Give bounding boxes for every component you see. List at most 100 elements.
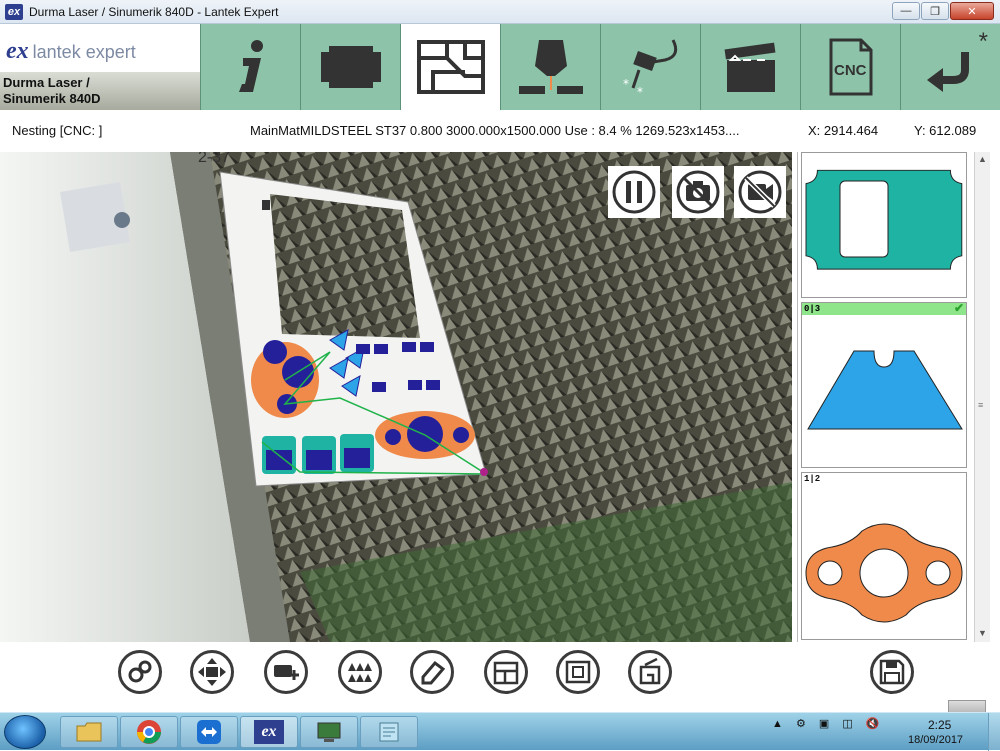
nest-pattern-icon (348, 663, 372, 682)
toolbar-sheet-button[interactable] (300, 24, 400, 110)
camera-view[interactable]: 2-37 (0, 152, 792, 642)
taskbar-file-explorer[interactable] (60, 716, 118, 748)
taskbar-chrome[interactable] (120, 716, 178, 748)
title-bar: ex Durma Laser / Sinumerik 840D - Lantek… (0, 0, 1000, 24)
add-part-button[interactable] (264, 650, 308, 694)
taskbar-lantek-expert[interactable]: ex (240, 716, 298, 748)
camera-overlay-text: 2-37 (198, 152, 230, 166)
minimize-button[interactable]: — (892, 2, 920, 20)
lantek-taskbar-icon: ex (254, 720, 284, 744)
add-part-icon (274, 665, 299, 680)
part-count-label: 1|2 (802, 473, 966, 485)
sheet-icon (320, 46, 381, 88)
save-button[interactable] (870, 650, 914, 694)
camera-off-button[interactable] (734, 166, 786, 218)
status-line: Nesting [CNC: ] MainMatMILDSTEEL ST37 0.… (0, 110, 1000, 150)
window-controls: — ❐ ✕ (892, 2, 994, 20)
parts-scrollbar[interactable]: ▲ ≡ ▼ (974, 152, 990, 642)
display-icon[interactable]: ◫ (842, 718, 852, 730)
tray-expand-icon[interactable]: ▲ (772, 718, 783, 730)
part-card-1[interactable] (801, 152, 967, 298)
show-desktop-button[interactable] (988, 713, 1000, 751)
usb-icon[interactable]: ⚙ (796, 718, 806, 730)
notepad-icon (379, 722, 399, 742)
nest-pattern-button[interactable] (338, 650, 382, 694)
camera-feed: 2-37 (0, 152, 792, 642)
main-toolbar: * * CNC * (200, 24, 1000, 110)
chrome-icon (137, 720, 161, 744)
app-icon: ex (5, 3, 23, 20)
toolbar-simulation-button[interactable] (700, 24, 800, 110)
move-arrows-icon (198, 658, 226, 686)
part-preview-1 (805, 169, 963, 270)
info-icon (238, 40, 263, 92)
parts-list: 0|3 ✔ 1|2 (797, 152, 1000, 642)
remnant-button[interactable] (484, 650, 528, 694)
laser-torch-icon: * * (623, 39, 677, 98)
camera-icon (676, 170, 720, 214)
part-preview-3 (805, 523, 963, 623)
part-preview-2 (807, 350, 963, 430)
machine-name-strip: Durma Laser / Sinumerik 840D (0, 72, 200, 110)
snapshot-button[interactable] (672, 166, 724, 218)
sheet-frame-button[interactable] (556, 650, 600, 694)
scroll-down-icon[interactable]: ▼ (978, 628, 987, 638)
restore-button[interactable]: ❐ (921, 2, 949, 20)
logo-text: lantek expert (32, 42, 136, 62)
y-coordinate: Y: 612.089 (914, 123, 977, 138)
toolbar-laser-cut-button[interactable]: * * (600, 24, 700, 110)
remnant-cut-button[interactable] (628, 650, 672, 694)
erase-button[interactable] (410, 650, 454, 694)
back-badge: * (978, 28, 988, 55)
close-button[interactable]: ✕ (950, 2, 994, 20)
pause-button[interactable] (608, 166, 660, 218)
part-count-label: 0|3 (802, 303, 966, 315)
clock-time[interactable]: 2:25 (928, 718, 951, 732)
network-icon[interactable]: ▣ (819, 718, 829, 730)
brand-panel: ex lantek expert Durma Laser / Sinumerik… (0, 24, 200, 110)
start-button[interactable] (4, 715, 46, 749)
lantek-logo: ex lantek expert (6, 38, 136, 65)
volume-icon[interactable]: 🔇 (866, 718, 880, 730)
taskbar-teamviewer[interactable] (180, 716, 238, 748)
part-card-2[interactable]: 0|3 ✔ (801, 301, 967, 468)
toolbar-cnc-button[interactable]: CNC (800, 24, 900, 110)
machine-name-line2: Sinumerik 840D (3, 91, 101, 106)
save-icon (879, 659, 905, 685)
svg-text:*: * (623, 77, 629, 91)
collapse-tab[interactable] (948, 700, 986, 712)
toolbar-nesting-button[interactable] (400, 24, 500, 110)
logo-mark: ex (6, 38, 29, 64)
clock-date[interactable]: 18/09/2017 (908, 734, 963, 746)
clapperboard-icon (724, 42, 775, 92)
part-card-3[interactable]: 1|2 (801, 472, 967, 640)
x-coordinate: X: 2914.464 (808, 123, 879, 138)
folder-icon (76, 722, 102, 742)
remnant-cut-icon (639, 657, 661, 685)
settings-button[interactable] (118, 650, 162, 694)
material-info: MainMatMILDSTEEL ST37 0.800 3000.000x150… (250, 123, 740, 138)
toolbar-machine-head-button[interactable] (500, 24, 600, 110)
return-arrow-icon (926, 52, 969, 92)
scroll-thumb-icon[interactable]: ≡ (978, 400, 983, 410)
pause-icon (612, 170, 656, 214)
cnc-label: CNC (834, 62, 867, 79)
toolbar-info-button[interactable] (200, 24, 300, 110)
laser-head-icon (518, 40, 583, 94)
svg-text:*: * (637, 85, 643, 98)
windows-taskbar: ex ▲ ⚙ ▣ ◫ 🔇 2:25 18/09/2017 (0, 712, 1000, 751)
remnant-icon (493, 661, 519, 685)
sheet-frame-icon (565, 660, 591, 684)
window-title: Durma Laser / Sinumerik 840D - Lantek Ex… (29, 4, 279, 19)
scroll-up-icon[interactable]: ▲ (978, 154, 987, 164)
part-count-text: 1|2 (804, 474, 821, 484)
taskbar-notepad[interactable] (360, 716, 418, 748)
eraser-icon (421, 660, 446, 685)
toolbar-back-button[interactable]: * (900, 24, 1000, 110)
machine-name-line1: Durma Laser / (3, 75, 90, 90)
teamviewer-icon (197, 720, 221, 744)
taskbar-machine-monitor[interactable] (300, 716, 358, 748)
nesting-icon (416, 40, 485, 94)
move-button[interactable] (190, 650, 234, 694)
system-tray: ▲ ⚙ ▣ ◫ 🔇 (772, 717, 880, 730)
